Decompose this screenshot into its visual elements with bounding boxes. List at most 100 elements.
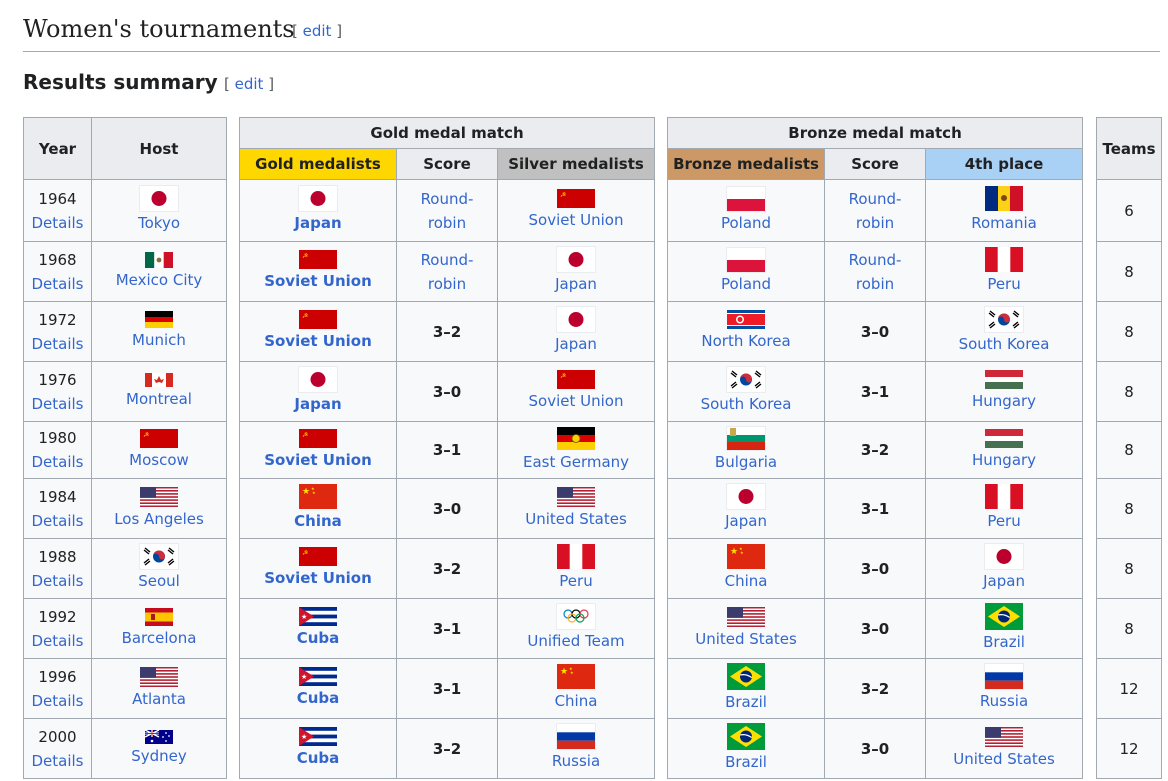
silver-link[interactable]: Peru [559, 572, 592, 590]
header-fourth-place: 4th place [925, 148, 1084, 180]
cell-fourth: South Korea [925, 301, 1084, 362]
silver-link[interactable]: United States [525, 510, 627, 528]
cell-score-bronze: 3–2 [824, 658, 927, 719]
table-row: 1996 Details Atlanta ★ Cuba 3–1 ★ ★ ★ China Brazil… [23, 658, 1163, 719]
bronze-link[interactable]: Poland [721, 214, 771, 232]
fourth-link[interactable]: Peru [987, 275, 1020, 293]
cell-silver: Japan [496, 241, 656, 302]
cell-score-bronze: 3–2 [824, 421, 927, 479]
subsection-edit-link[interactable]: edit [235, 75, 264, 93]
silver-link[interactable]: Japan [555, 275, 597, 293]
gap-cell [226, 421, 240, 479]
gold-link[interactable]: Cuba [297, 629, 340, 647]
fourth-link[interactable]: Peru [987, 512, 1020, 530]
cell-teams: 12 [1096, 658, 1163, 719]
details-link[interactable]: Details [31, 692, 83, 710]
details-link[interactable]: Details [31, 512, 83, 530]
details-link[interactable]: Details [31, 572, 83, 590]
cell-bronze: Poland [667, 179, 826, 242]
bronze-link[interactable]: Brazil [725, 693, 767, 711]
gold-link[interactable]: Cuba [297, 749, 340, 767]
bronze-link[interactable]: Poland [721, 275, 771, 293]
cell-gold: ☭ Soviet Union [239, 241, 397, 302]
host-link[interactable]: Mexico City [116, 271, 203, 289]
details-link[interactable]: Details [31, 335, 83, 353]
fourth-link[interactable]: Romania [971, 214, 1037, 232]
cell-year: 1984 Details [23, 478, 92, 539]
flag-us-icon [557, 486, 596, 507]
flag-su-icon: ☭ [557, 370, 596, 389]
silver-link[interactable]: East Germany [523, 453, 629, 471]
score: 3–0 [860, 559, 890, 578]
fourth-link[interactable]: Brazil [983, 633, 1025, 651]
fourth-link[interactable]: South Korea [959, 335, 1050, 353]
gold-link[interactable]: Soviet Union [264, 451, 372, 469]
silver-link[interactable]: Soviet Union [529, 211, 624, 229]
host-link[interactable]: Seoul [138, 572, 180, 590]
host-link[interactable]: Sydney [131, 747, 187, 765]
cell-fourth: United States [925, 718, 1084, 779]
cell-teams: 8 [1096, 478, 1163, 539]
bronze-link[interactable]: North Korea [701, 332, 790, 350]
host-link[interactable]: Atlanta [132, 690, 186, 708]
bronze-link[interactable]: China [725, 572, 768, 590]
gap-cell [1082, 478, 1098, 539]
score-link[interactable]: Round-robin [845, 248, 905, 296]
details-link[interactable]: Details [31, 632, 83, 650]
silver-link[interactable]: Japan [555, 335, 597, 353]
cell-host: Barcelona [91, 598, 227, 659]
gold-link[interactable]: Cuba [297, 689, 340, 707]
header-teams: Teams [1096, 117, 1163, 180]
gold-link[interactable]: China [294, 512, 342, 530]
gold-link[interactable]: Soviet Union [264, 569, 372, 587]
cell-year: 1964 Details [23, 179, 92, 242]
gold-link[interactable]: Soviet Union [264, 272, 372, 290]
bronze-link[interactable]: Brazil [725, 753, 767, 771]
cell-score-gold: 3–2 [396, 301, 498, 362]
gold-link[interactable]: Japan [294, 395, 341, 413]
bronze-link[interactable]: Bulgaria [715, 453, 777, 471]
svg-text:☭: ☭ [302, 549, 308, 557]
cell-year: 1996 Details [23, 658, 92, 719]
details-link[interactable]: Details [31, 214, 83, 232]
host-link[interactable]: Munich [132, 331, 186, 349]
details-link[interactable]: Details [31, 275, 83, 293]
cell-year: 1972 Details [23, 301, 92, 362]
silver-link[interactable]: Russia [552, 752, 600, 770]
svg-text:☭: ☭ [560, 372, 566, 380]
bronze-link[interactable]: Japan [725, 512, 767, 530]
host-link[interactable]: Montreal [126, 390, 192, 408]
fourth-link[interactable]: Hungary [972, 451, 1036, 469]
silver-link[interactable]: Soviet Union [529, 392, 624, 410]
details-link[interactable]: Details [31, 453, 83, 471]
details-link[interactable]: Details [31, 395, 83, 413]
table-row: 1992 Details Barcelona ★ Cuba 3–1 Unified Team… [23, 598, 1163, 659]
section-edit-link[interactable]: edit [303, 22, 332, 40]
gap-cell [654, 718, 669, 779]
silver-link[interactable]: China [555, 692, 598, 710]
cell-fourth: Hungary [925, 421, 1084, 479]
fourth-link[interactable]: United States [953, 750, 1055, 768]
subsection-edit: [ edit ] [224, 75, 275, 93]
bronze-link[interactable]: United States [695, 630, 797, 648]
host-link[interactable]: Tokyo [138, 214, 180, 232]
score-link[interactable]: Round-robin [845, 187, 905, 235]
cell-score-bronze: 3–0 [824, 718, 927, 779]
silver-link[interactable]: Unified Team [527, 632, 624, 650]
flag-su-icon: ☭ [557, 189, 596, 208]
fourth-link[interactable]: Russia [980, 692, 1028, 710]
fourth-link[interactable]: Hungary [972, 392, 1036, 410]
year: 1980 [38, 429, 77, 447]
bronze-link[interactable]: South Korea [701, 395, 792, 413]
gold-link[interactable]: Japan [294, 214, 341, 232]
gold-link[interactable]: Soviet Union [264, 332, 372, 350]
cell-fourth: Japan [925, 538, 1084, 599]
score-link[interactable]: Round-robin [417, 248, 477, 296]
host-link[interactable]: Los Angeles [114, 510, 204, 528]
host-link[interactable]: Barcelona [122, 629, 197, 647]
score-link[interactable]: Round-robin [417, 187, 477, 235]
fourth-link[interactable]: Japan [983, 572, 1025, 590]
cell-host: Seoul [91, 538, 227, 599]
details-link[interactable]: Details [31, 752, 83, 770]
host-link[interactable]: Moscow [129, 451, 189, 469]
